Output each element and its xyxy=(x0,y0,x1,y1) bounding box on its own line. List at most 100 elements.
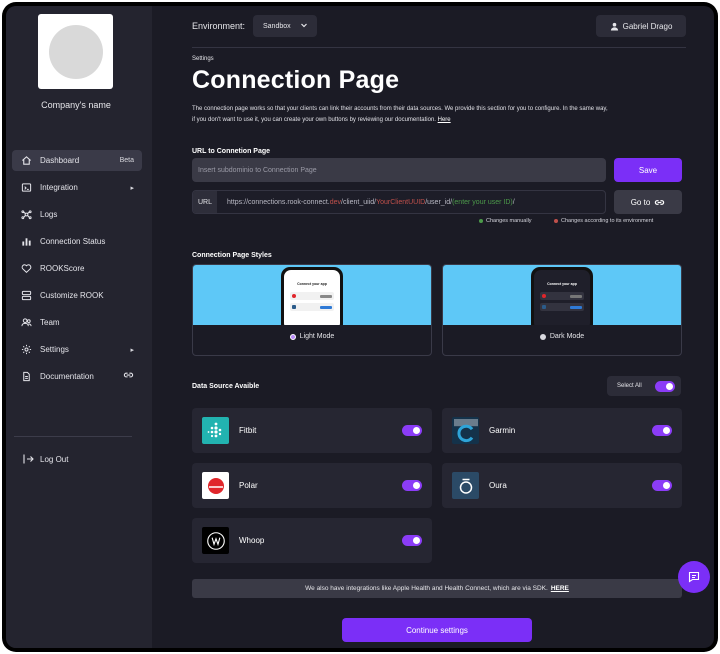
source-card-garmin: Garmin xyxy=(442,408,682,453)
oura-toggle[interactable] xyxy=(652,480,672,491)
polar-logo-icon xyxy=(202,472,229,499)
source-name: Polar xyxy=(239,481,258,490)
sidebar-item-team[interactable]: Team xyxy=(12,312,142,333)
url-client-var: YourClientUUID xyxy=(376,198,426,206)
sdk-link[interactable]: HERE xyxy=(551,585,569,592)
chat-icon xyxy=(688,571,700,583)
fitbit-logo-icon xyxy=(202,417,229,444)
chevron-right-icon: ▸ xyxy=(130,184,134,192)
garmin-logo-icon xyxy=(452,417,479,444)
subdomain-input[interactable]: Insert subdominio to Connection Page xyxy=(192,158,606,182)
link-icon xyxy=(655,199,665,205)
logout-label: Log Out xyxy=(40,454,69,464)
sidebar-item-dashboard[interactable]: Dashboard Beta xyxy=(12,150,142,171)
red-dot-icon xyxy=(554,219,558,223)
document-icon xyxy=(20,371,32,383)
logs-icon xyxy=(20,209,32,221)
polar-toggle[interactable] xyxy=(402,480,422,491)
goto-button[interactable]: Go to xyxy=(614,190,682,214)
phone-row xyxy=(290,303,334,311)
light-mode-card[interactable]: Connect your app Light Mode xyxy=(192,264,432,356)
environment-value: Sandbox xyxy=(263,22,291,30)
chevron-right-icon: ▸ xyxy=(130,346,134,354)
url-end: / xyxy=(512,198,515,206)
chevron-down-icon xyxy=(301,23,307,28)
link-icon xyxy=(123,370,134,383)
select-all-label: Select All xyxy=(617,383,642,389)
sidebar-item-label: Dashboard xyxy=(40,156,80,165)
source-name: Oura xyxy=(489,481,507,490)
light-mode-label: Light Mode xyxy=(299,333,335,340)
sidebar-item-label: Connection Status xyxy=(40,237,106,246)
chat-button[interactable] xyxy=(678,561,710,593)
team-icon xyxy=(20,317,32,329)
source-card-whoop: Whoop xyxy=(192,518,432,563)
environment-label: Environment: xyxy=(192,21,246,31)
heart-icon xyxy=(20,263,32,275)
continue-settings-button[interactable]: Continue settings xyxy=(342,618,532,642)
window-frame: Company's name Dashboard Beta Integratio… xyxy=(2,2,718,652)
sidebar-item-logs[interactable]: Logs xyxy=(12,204,142,225)
sidebar-item-label: Customize ROOK xyxy=(40,291,104,300)
light-mode-caption: Light Mode xyxy=(193,333,431,340)
url-field[interactable]: URL https://connections.rook-connect.dev… xyxy=(192,190,606,214)
toggle-switch[interactable] xyxy=(655,381,675,392)
whoop-toggle[interactable] xyxy=(402,535,422,546)
bar-chart-icon xyxy=(20,236,32,248)
radio-selected-icon[interactable] xyxy=(289,333,296,340)
data-sources-label: Data Source Avaible xyxy=(192,383,260,390)
beta-badge: Beta xyxy=(119,157,134,164)
fitbit-toggle[interactable] xyxy=(402,425,422,436)
source-card-oura: Oura xyxy=(442,463,682,508)
url-tld: dev xyxy=(329,198,342,206)
phone-row xyxy=(290,292,334,300)
sidebar-item-connection-status[interactable]: Connection Status xyxy=(12,231,142,252)
sidebar-item-rookscore[interactable]: ROOKScore xyxy=(12,258,142,279)
sidebar-item-settings[interactable]: Settings ▸ xyxy=(12,339,142,360)
description-text: The connection page works so that your c… xyxy=(192,106,608,123)
sidebar-item-customize-rook[interactable]: Customize ROOK xyxy=(12,285,142,306)
url-base: https://connections.rook-connect. xyxy=(227,198,330,206)
phone-title: Connect your app xyxy=(547,282,577,286)
user-menu-button[interactable]: Gabriel Drago xyxy=(596,15,686,37)
url-section-label: URL to Connetion Page xyxy=(192,148,271,155)
documentation-link[interactable]: Here xyxy=(438,117,451,123)
dark-mode-card[interactable]: Connect your app Dark Mode xyxy=(442,264,682,356)
sidebar-item-integration[interactable]: Integration ▸ xyxy=(12,177,142,198)
user-name: Gabriel Drago xyxy=(622,21,673,31)
source-card-fitbit: Fitbit xyxy=(192,408,432,453)
integration-icon xyxy=(20,182,32,194)
topbar: Environment: Sandbox Gabriel Drago xyxy=(192,15,686,37)
url-client: /client_uiid/ xyxy=(341,198,377,206)
save-button[interactable]: Save xyxy=(614,158,682,182)
home-icon xyxy=(20,155,32,167)
source-name: Fitbit xyxy=(239,426,257,435)
sidebar: Company's name Dashboard Beta Integratio… xyxy=(6,6,152,648)
company-logo[interactable] xyxy=(38,14,113,89)
sidebar-item-documentation[interactable]: Documentation xyxy=(12,366,142,387)
page-description: The connection page works so that your c… xyxy=(192,104,612,125)
dark-mode-preview: Connect your app xyxy=(443,265,681,325)
dark-mode-label: Dark Mode xyxy=(549,333,585,340)
radio-unselected-icon[interactable] xyxy=(539,333,546,340)
legend-manual-label: Changes manually xyxy=(486,218,532,224)
sdk-notice-text: We also have integrations like Apple Hea… xyxy=(305,585,548,592)
sidebar-item-label: Documentation xyxy=(40,372,94,381)
legend-env-label: Changes according to its environment xyxy=(561,218,654,224)
main-content: Environment: Sandbox Gabriel Drago Setti… xyxy=(152,6,714,648)
select-all-toggle[interactable]: Select All xyxy=(607,376,681,396)
url-user-var: (enter your user ID) xyxy=(452,198,513,206)
gear-icon xyxy=(20,344,32,356)
environment-select[interactable]: Sandbox xyxy=(253,15,317,37)
logout-icon xyxy=(22,453,34,465)
logout-button[interactable]: Log Out xyxy=(22,453,68,465)
garmin-toggle[interactable] xyxy=(652,425,672,436)
phone-row xyxy=(540,303,584,311)
source-name: Garmin xyxy=(489,426,516,435)
phone-row xyxy=(540,292,584,300)
whoop-logo-icon xyxy=(202,527,229,554)
url-tag: URL xyxy=(193,191,217,213)
source-card-polar: Polar xyxy=(192,463,432,508)
company-name: Company's name xyxy=(41,100,111,110)
source-name: Whoop xyxy=(239,536,265,545)
